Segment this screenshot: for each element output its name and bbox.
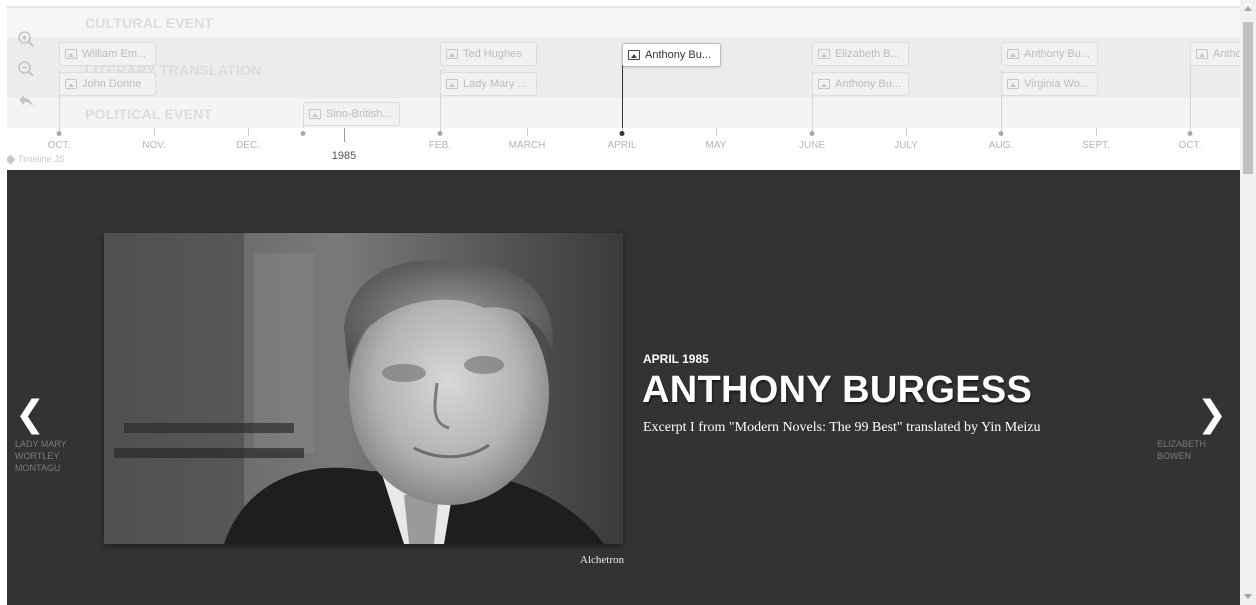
event-dot [809, 131, 815, 136]
image-icon [818, 79, 830, 89]
image-icon [65, 49, 77, 59]
event-dot [437, 131, 443, 136]
next-slide-button[interactable]: ❯ ELIZABETH BOWEN [1157, 394, 1237, 462]
axis-tick [716, 128, 717, 136]
zoom-out-button[interactable] [13, 56, 39, 82]
previous-slide-button[interactable]: ❮ LADY MARY WORTLEY MONTAGU [15, 394, 75, 474]
timeline-marker[interactable]: Virginia Wo... [1001, 72, 1098, 96]
month-label: AUG. [988, 140, 1014, 151]
scrollbar-thumb[interactable] [1243, 22, 1253, 174]
timeline-marker[interactable]: Antho [1190, 42, 1240, 66]
timeline-marker[interactable]: Elizabeth B... [812, 42, 909, 66]
month-label: JULY [894, 140, 918, 151]
image-icon [309, 109, 321, 119]
zoom-in-icon [18, 31, 34, 47]
image-icon [818, 49, 830, 59]
slide-text: Excerpt I from "Modern Novels: The 99 Be… [643, 420, 1041, 435]
time-axis: OCT. NOV. DEC. FEB. MARCH APRIL MAY JUNE… [7, 128, 1240, 170]
event-dot [1187, 131, 1193, 136]
image-icon [628, 50, 640, 60]
back-to-start-button[interactable] [13, 88, 39, 114]
back-arrow-icon [19, 95, 33, 107]
axis-tick [527, 128, 528, 136]
timeline-navigation: CULTURAL EVENT LITERARY TRANSLATION POLI… [7, 0, 1240, 170]
timeline-marker[interactable]: Sino-British... [303, 102, 400, 126]
timeline-marker-active[interactable]: Anthony Bu... [622, 43, 721, 67]
month-label: SEPT. [1082, 140, 1110, 151]
image-icon [1007, 49, 1019, 59]
image-icon [446, 49, 458, 59]
month-label: DEC. [236, 140, 260, 151]
timeline-marker[interactable]: Ted Hughes [440, 42, 537, 66]
month-label: JUNE [798, 140, 826, 151]
next-slide-title: ELIZABETH BOWEN [1157, 439, 1207, 461]
slide-date: APRIL 1985 [643, 352, 709, 366]
month-label: MARCH [508, 140, 546, 151]
event-dot [998, 131, 1004, 136]
previous-slide-title: LADY MARY WORTLEY MONTAGU [15, 439, 67, 473]
month-label: OCT. [47, 140, 71, 151]
page-scrollbar[interactable] [1240, 0, 1256, 605]
month-label: FEB. [428, 140, 452, 151]
zoom-in-button[interactable] [13, 26, 39, 52]
image-icon [65, 79, 77, 89]
chevron-left-icon: ❮ [15, 394, 46, 435]
scroll-down-arrow-icon[interactable] [1244, 594, 1252, 599]
group-label-cultural-event: CULTURAL EVENT [85, 15, 214, 31]
group-label-political-event: POLITICAL EVENT [85, 106, 213, 122]
image-icon [1007, 79, 1019, 89]
year-label: 1985 [331, 150, 357, 162]
zoom-out-icon [18, 61, 34, 77]
axis-tick-year [344, 128, 345, 142]
slide: ❮ LADY MARY WORTLEY MONTAGU Alchetron AP… [7, 170, 1240, 605]
image-icon [1196, 49, 1208, 59]
portrait-image [104, 233, 623, 544]
axis-tick [1096, 128, 1097, 136]
month-label: NOV. [142, 140, 166, 151]
month-label: OCT. [1178, 140, 1202, 151]
timeline-marker[interactable]: Anthony Bu... [812, 72, 909, 96]
timeline-marker[interactable]: William Em... [59, 42, 156, 66]
event-dot-active [619, 131, 625, 136]
chevron-right-icon: ❯ [1196, 394, 1227, 435]
slide-photo [104, 233, 623, 544]
media-credit: Alchetron [580, 554, 624, 566]
timelinejs-logo-icon [7, 154, 16, 164]
axis-tick [906, 128, 907, 136]
scroll-up-arrow-icon[interactable] [1244, 6, 1252, 11]
axis-tick [248, 128, 249, 136]
timeline-marker[interactable]: Lady Mary ... [440, 72, 537, 96]
axis-tick [154, 128, 155, 136]
month-label: APRIL [607, 140, 637, 151]
event-dot [56, 131, 62, 136]
event-dot [300, 131, 306, 136]
marker-line-active [622, 58, 623, 130]
image-icon [446, 79, 458, 89]
marker-line [1190, 58, 1191, 130]
month-label: MAY [705, 140, 727, 151]
timelinejs-credit[interactable]: Timeline JS [7, 154, 65, 164]
timeline-marker[interactable]: Anthony Bu... [1001, 42, 1098, 66]
slide-headline: ANTHONY BURGESS [642, 369, 1033, 411]
timeline-marker[interactable]: John Donne [59, 72, 156, 96]
